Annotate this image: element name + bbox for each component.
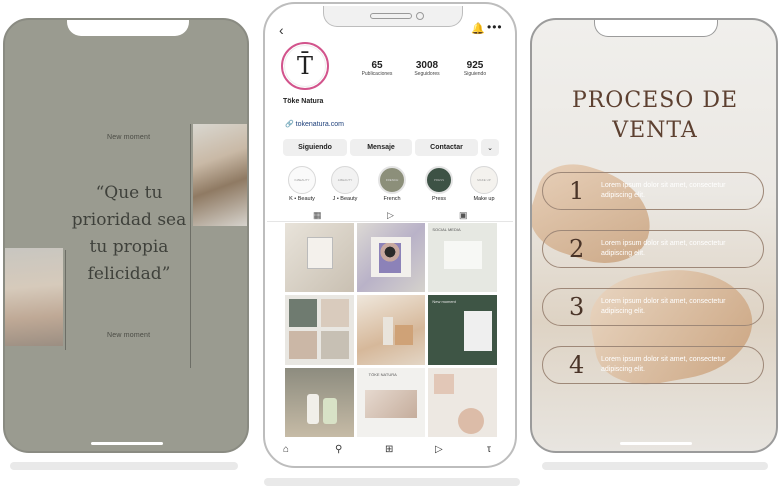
- stat-label: Seguidores: [414, 71, 440, 77]
- tile-caption: New moment: [432, 299, 456, 305]
- highlight-label: K • Beauty: [289, 196, 315, 202]
- brand-logo: T̄: [284, 45, 326, 87]
- step-item: 2 Lorem ipsum dolor sit amet, consectetu…: [542, 230, 764, 268]
- post-tile[interactable]: [285, 223, 354, 293]
- step-item: 3 Lorem ipsum dolor sit amet, consectetu…: [542, 288, 764, 326]
- post-tile[interactable]: New moment: [428, 295, 497, 365]
- profile-avatar[interactable]: T̄: [281, 42, 329, 90]
- stat-label: Siguiendo: [463, 71, 487, 77]
- highlight-circle: J•BEAUTY: [331, 166, 359, 194]
- contact-button[interactable]: Contactar: [415, 139, 478, 156]
- profile-nav-icon[interactable]: τ: [487, 444, 491, 455]
- woman-photo-top: [193, 124, 247, 226]
- step-text: Lorem ipsum dolor sit amet, consectetur …: [601, 356, 726, 373]
- tile-caption: TÖKE NATURA: [368, 371, 397, 377]
- highlight-make-up[interactable]: MAKE UP Make up: [465, 166, 503, 202]
- profile-name: Töke Natura: [283, 98, 324, 105]
- profile-link[interactable]: 🔗 tokenatura.com: [285, 120, 344, 128]
- bottom-nav: ⌂ ⚲ ⊞ ▷ τ: [265, 444, 515, 460]
- post-tile[interactable]: SOCIAL MEDIA: [428, 223, 497, 293]
- step-text: Lorem ipsum dolor sit amet, consectetur …: [601, 298, 726, 315]
- phone-notch: [67, 20, 189, 36]
- grid-icon[interactable]: ▦: [313, 210, 322, 221]
- post-tile[interactable]: [356, 295, 426, 365]
- story-caption-top: New moment: [107, 134, 151, 141]
- camera: [416, 12, 424, 20]
- title-line-2: VENTA: [612, 118, 698, 143]
- chevron-down-icon[interactable]: ⌄: [481, 139, 499, 156]
- highlight-press[interactable]: PRESS Press: [420, 166, 458, 202]
- add-post-icon[interactable]: ⊞: [385, 444, 393, 455]
- home-indicator[interactable]: [91, 442, 163, 445]
- reels-icon[interactable]: ▷: [387, 210, 394, 221]
- instagram-profile-phone: ‹ 🔔 ••• T̄ 65 Publicaciones 3008 Seguido…: [263, 2, 517, 468]
- left-story-phone: New moment “Que tu prioridad sea tu prop…: [3, 18, 249, 453]
- step-text: Lorem ipsum dolor sit amet, consectetur …: [601, 182, 726, 199]
- tagged-icon[interactable]: ▣: [459, 210, 468, 221]
- title-line-1: PROCESO DE: [571, 88, 739, 113]
- bell-icon[interactable]: 🔔: [471, 22, 485, 35]
- stat-label: Publicaciones: [361, 71, 393, 77]
- stat-followers[interactable]: 3008 Seguidores: [403, 60, 451, 77]
- highlight-circle: K•BEAUTY: [288, 166, 316, 194]
- post-tile[interactable]: TÖKE NATURA: [356, 367, 426, 437]
- highlight-label: Make up: [473, 196, 495, 202]
- posts-grid: SOCIAL MEDIA New moment TÖKE NATURA: [285, 223, 497, 437]
- home-icon[interactable]: ⌂: [283, 444, 289, 455]
- stat-following[interactable]: 925 Siguiendo: [451, 60, 499, 77]
- stat-value: 3008: [415, 60, 439, 71]
- story-title: PROCESO DE VENTA: [550, 86, 760, 146]
- phone-shadow: [10, 462, 238, 470]
- speaker: [370, 13, 412, 19]
- highlight-j-beauty[interactable]: J•BEAUTY J • Beauty: [326, 166, 364, 202]
- highlight-label: French: [383, 196, 401, 202]
- story-quote: “Que tu prioridad sea tu propia felicida…: [71, 183, 187, 284]
- highlight-label: J • Beauty: [332, 196, 358, 202]
- reels-nav-icon[interactable]: ▷: [435, 444, 443, 455]
- step-text: Lorem ipsum dolor sit amet, consectetur …: [601, 240, 726, 257]
- phone-shadow: [264, 478, 520, 486]
- stat-value: 65: [371, 60, 383, 71]
- back-arrow-icon[interactable]: ‹: [279, 22, 284, 38]
- step-number: 2: [569, 235, 585, 263]
- step-number: 4: [569, 351, 585, 379]
- message-button[interactable]: Mensaje: [350, 139, 412, 156]
- following-button[interactable]: Siguiendo: [283, 139, 347, 156]
- phone-shadow: [542, 462, 768, 470]
- link-icon: 🔗: [285, 121, 294, 128]
- tile-caption: SOCIAL MEDIA: [432, 227, 461, 232]
- highlight-circle: MAKE UP: [470, 166, 498, 194]
- stat-posts[interactable]: 65 Publicaciones: [353, 60, 401, 77]
- stat-value: 925: [466, 60, 484, 71]
- highlight-k-beauty[interactable]: K•BEAUTY K • Beauty: [283, 166, 321, 202]
- highlight-circle: FRENCH: [378, 166, 406, 194]
- post-tile[interactable]: [428, 367, 497, 437]
- step-item: 1 Lorem ipsum dolor sit amet, consectetu…: [542, 172, 764, 210]
- right-story-phone: PROCESO DE VENTA 1 Lorem ipsum dolor sit…: [530, 18, 778, 453]
- phone-notch: [594, 20, 718, 37]
- step-number: 1: [569, 177, 585, 205]
- story-caption-bottom: New moment: [107, 332, 151, 339]
- highlight-french[interactable]: FRENCH French: [373, 166, 411, 202]
- post-tile[interactable]: [285, 367, 354, 437]
- more-options-icon[interactable]: •••: [487, 20, 503, 34]
- step-item: 4 Lorem ipsum dolor sit amet, consectetu…: [542, 346, 764, 384]
- post-tile[interactable]: [356, 223, 426, 293]
- woman-photo-bottom: [5, 248, 63, 346]
- search-icon[interactable]: ⚲: [335, 444, 342, 455]
- step-number: 3: [569, 293, 585, 321]
- highlight-circle: PRESS: [425, 166, 453, 194]
- tab-divider: [267, 221, 513, 222]
- profile-link-text: tokenatura.com: [295, 121, 344, 128]
- home-indicator[interactable]: [620, 442, 692, 445]
- post-tile[interactable]: [285, 295, 354, 365]
- highlight-label: Press: [431, 196, 447, 202]
